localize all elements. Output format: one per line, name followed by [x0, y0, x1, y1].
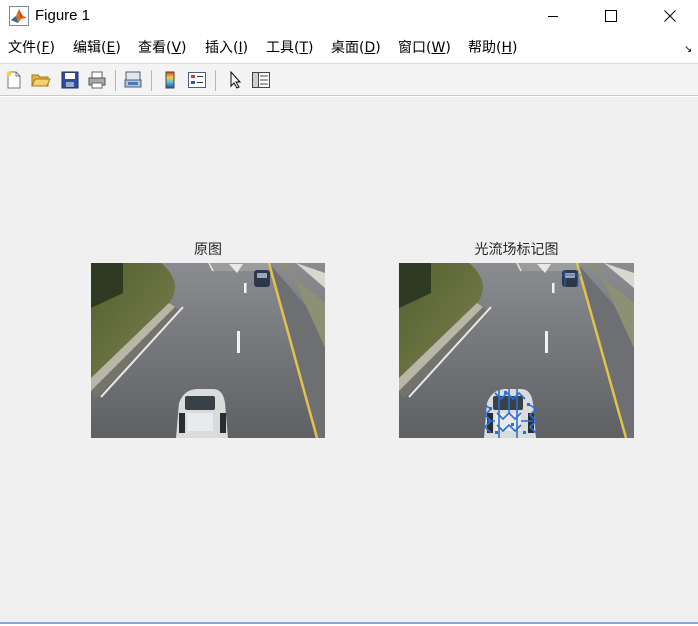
property-inspector-button[interactable] [250, 69, 272, 91]
toolbar-separator [215, 70, 216, 91]
minimize-icon [548, 16, 558, 17]
menu-window[interactable]: 窗口(W) [398, 39, 451, 57]
subplot-title-original: 原图 [194, 242, 222, 258]
edit-plot-button[interactable] [224, 69, 246, 91]
toolbar-separator [151, 70, 152, 91]
figure-canvas[interactable]: 原图 光流场标记图 [0, 97, 698, 623]
link-plot-icon [124, 71, 142, 88]
link-plot-button[interactable] [122, 69, 144, 91]
menu-edit[interactable]: 编辑(E) [73, 39, 121, 57]
save-button[interactable] [59, 69, 81, 91]
menu-file[interactable]: 文件(F) [8, 39, 55, 57]
insert-colorbar-button[interactable] [159, 69, 181, 91]
matlab-logo-icon [9, 6, 29, 26]
menu-insert[interactable]: 插入(I) [205, 39, 248, 57]
menu-help[interactable]: 帮助(H) [468, 39, 517, 57]
maximize-icon [605, 10, 617, 22]
open-file-icon [31, 74, 51, 87]
new-figure-icon [6, 71, 21, 89]
insert-legend-button[interactable] [186, 69, 208, 91]
dock-arrow-icon[interactable]: ↘ [684, 44, 692, 55]
title-bar: Figure 1 [0, 0, 698, 32]
property-inspector-icon [252, 72, 270, 88]
optical-flow-marked-image [399, 263, 634, 438]
menu-view[interactable]: 查看(V) [138, 39, 187, 57]
insert-colorbar-icon [165, 71, 175, 89]
minimize-button[interactable] [530, 0, 576, 32]
pointer-icon [230, 70, 242, 89]
insert-legend-icon [188, 72, 206, 88]
menu-desktop[interactable]: 桌面(D) [331, 39, 381, 57]
new-figure-button[interactable] [3, 69, 25, 91]
close-icon [664, 10, 676, 22]
subplot-title-optical-flow: 光流场标记图 [474, 242, 559, 258]
print-icon [88, 71, 106, 89]
close-button[interactable] [647, 0, 693, 32]
print-button[interactable] [86, 69, 108, 91]
open-file-button[interactable] [30, 69, 52, 91]
save-icon [61, 71, 79, 89]
menu-bar: 文件(F) 编辑(E) 查看(V) 插入(I) 工具(T) 桌面(D) 窗口(W… [0, 34, 698, 62]
window-title: Figure 1 [35, 7, 91, 24]
original-road-image [91, 263, 325, 438]
toolbar-separator [115, 70, 116, 91]
maximize-button[interactable] [588, 0, 634, 32]
figure-toolbar [0, 63, 698, 96]
menu-tools[interactable]: 工具(T) [266, 39, 314, 57]
